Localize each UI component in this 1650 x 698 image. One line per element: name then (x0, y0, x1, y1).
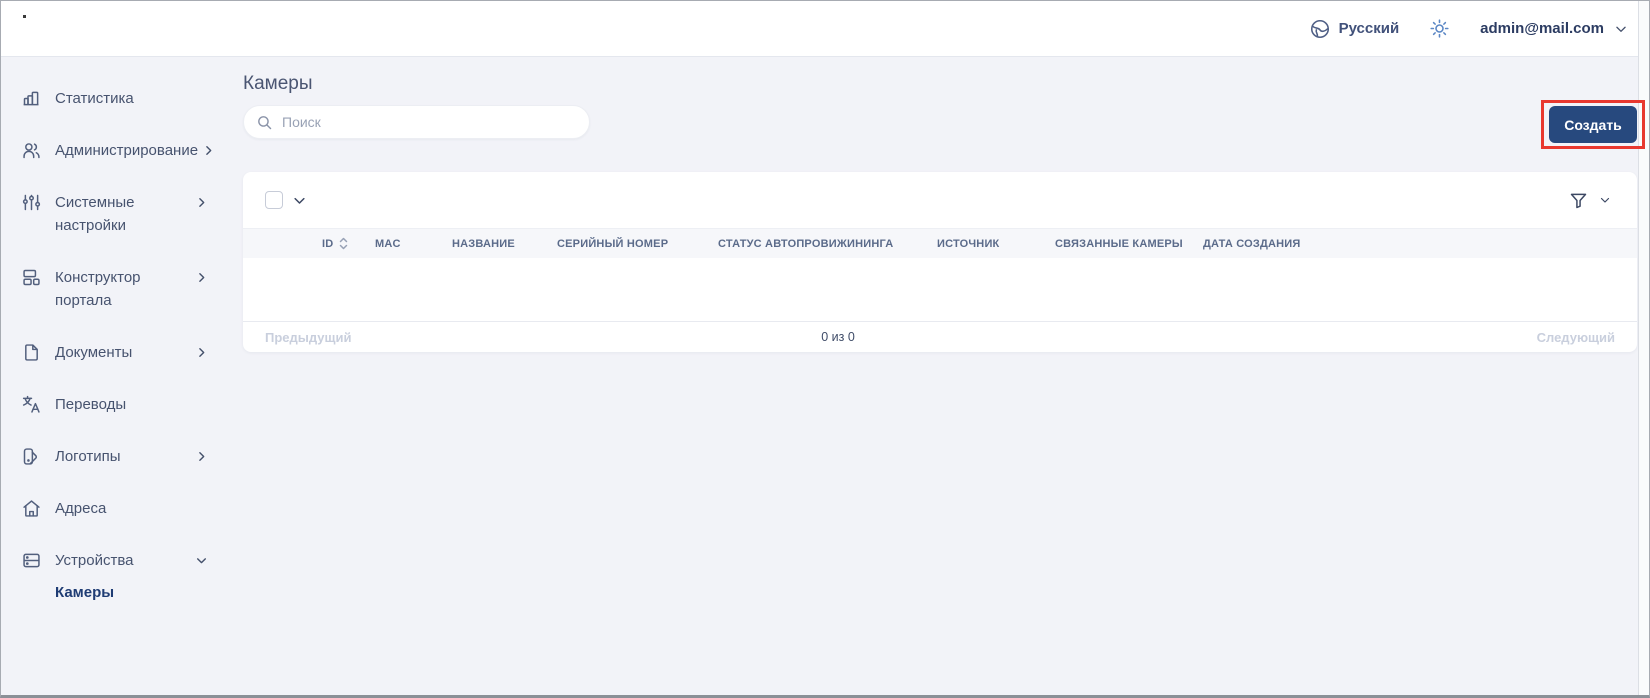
sun-icon (1429, 18, 1450, 39)
sidebar-item-devices[interactable]: Устройства (0, 549, 243, 572)
search-icon (256, 114, 273, 131)
translate-icon (20, 393, 42, 415)
globe-icon (1309, 18, 1331, 40)
sidebar-item-label: Переводы (55, 393, 209, 416)
column-header-linked-cameras[interactable]: СВЯЗАННЫЕ КАМЕРЫ (1055, 238, 1203, 250)
column-header-created-date[interactable]: ДАТА СОЗДАНИЯ (1203, 238, 1637, 250)
sidebar-item-system-settings[interactable]: Системные настройки (0, 191, 243, 237)
chevron-right-icon (195, 191, 209, 214)
page-title: Камеры (243, 73, 313, 95)
pagination-count: 0 из 0 (821, 330, 855, 344)
sidebar-item-administration[interactable]: Администрирование (0, 139, 243, 162)
sidebar-item-label: Статистика (55, 87, 209, 110)
sidebar-item-addresses[interactable]: Адреса (0, 497, 243, 520)
pagination-next-button[interactable]: Следующий (1537, 330, 1615, 345)
theme-toggle[interactable] (1429, 18, 1450, 39)
cameras-table-card: ID MAC НАЗВАНИЕ СЕРИЙНЫЙ НОМЕР СТАТУС АВ… (243, 172, 1637, 352)
sidebar-item-statistics[interactable]: Статистика (0, 87, 243, 110)
chevron-right-icon (195, 341, 209, 364)
pagination-previous-button[interactable]: Предыдущий (265, 330, 351, 345)
sort-icon[interactable] (339, 237, 348, 250)
chevron-right-icon (195, 266, 209, 289)
sidebar-item-label: Документы (55, 341, 191, 364)
select-all-checkbox[interactable] (265, 191, 283, 209)
table-toolbar (243, 172, 1637, 229)
main-content: Камеры Создать (243, 57, 1650, 698)
language-label: Русский (1339, 20, 1400, 37)
users-icon (20, 139, 42, 161)
sidebar-item-portal-constructor[interactable]: Конструктор портала (0, 266, 243, 312)
filter-menu[interactable] (1568, 190, 1611, 211)
chevron-down-icon (1614, 22, 1628, 36)
layout-icon (20, 266, 42, 288)
column-header-autoprovisioning-status[interactable]: СТАТУС АВТОПРОВИЖИНИНГА (718, 238, 937, 250)
logos-icon (20, 445, 42, 467)
column-header-id[interactable]: ID (322, 237, 375, 250)
sidebar-item-documents[interactable]: Документы (0, 341, 243, 364)
document-icon (20, 341, 42, 363)
devices-icon (20, 549, 42, 571)
pagination-bar: Предыдущий 0 из 0 Следующий (243, 321, 1637, 352)
annotation-highlight-rect (1541, 100, 1645, 149)
column-header-mac[interactable]: MAC (375, 238, 452, 250)
chevron-down-icon (195, 549, 209, 572)
sidebar-subitem-cameras[interactable]: Камеры (0, 584, 243, 601)
sidebar-item-label: Устройства (55, 549, 191, 572)
sidebar: Статистика Администрирование Системные н… (0, 57, 243, 698)
sidebar-item-label: Конструктор портала (55, 266, 191, 312)
search-input[interactable] (282, 114, 577, 130)
sidebar-item-label: Администрирование (55, 139, 198, 162)
chevron-down-icon (1599, 194, 1611, 206)
top-header: Русский admin@mail.com (0, 0, 1650, 57)
column-header-name[interactable]: НАЗВАНИЕ (452, 238, 557, 250)
bar-chart-icon (20, 87, 42, 109)
filter-funnel-icon (1568, 190, 1589, 211)
table-header-row: ID MAC НАЗВАНИЕ СЕРИЙНЫЙ НОМЕР СТАТУС АВ… (243, 229, 1637, 258)
logo-dot (23, 15, 26, 18)
chevron-right-icon (202, 139, 216, 162)
sidebar-item-label: Логотипы (55, 445, 191, 468)
language-switcher[interactable]: Русский (1309, 18, 1400, 40)
home-icon (20, 497, 42, 519)
column-header-source[interactable]: ИСТОЧНИК (937, 238, 1055, 250)
column-header-serial[interactable]: СЕРИЙНЫЙ НОМЕР (557, 238, 718, 250)
sidebar-item-label: Адреса (55, 497, 209, 520)
user-email: admin@mail.com (1480, 20, 1604, 37)
chevron-right-icon (195, 445, 209, 468)
sliders-icon (20, 191, 42, 213)
sidebar-item-translations[interactable]: Переводы (0, 393, 243, 416)
user-menu[interactable]: admin@mail.com (1480, 20, 1628, 37)
sidebar-item-label: Системные настройки (55, 191, 191, 237)
sidebar-item-logos[interactable]: Логотипы (0, 445, 243, 468)
search-bar (243, 105, 590, 139)
table-empty-body (243, 258, 1637, 321)
select-options-chevron-icon[interactable] (292, 193, 307, 208)
